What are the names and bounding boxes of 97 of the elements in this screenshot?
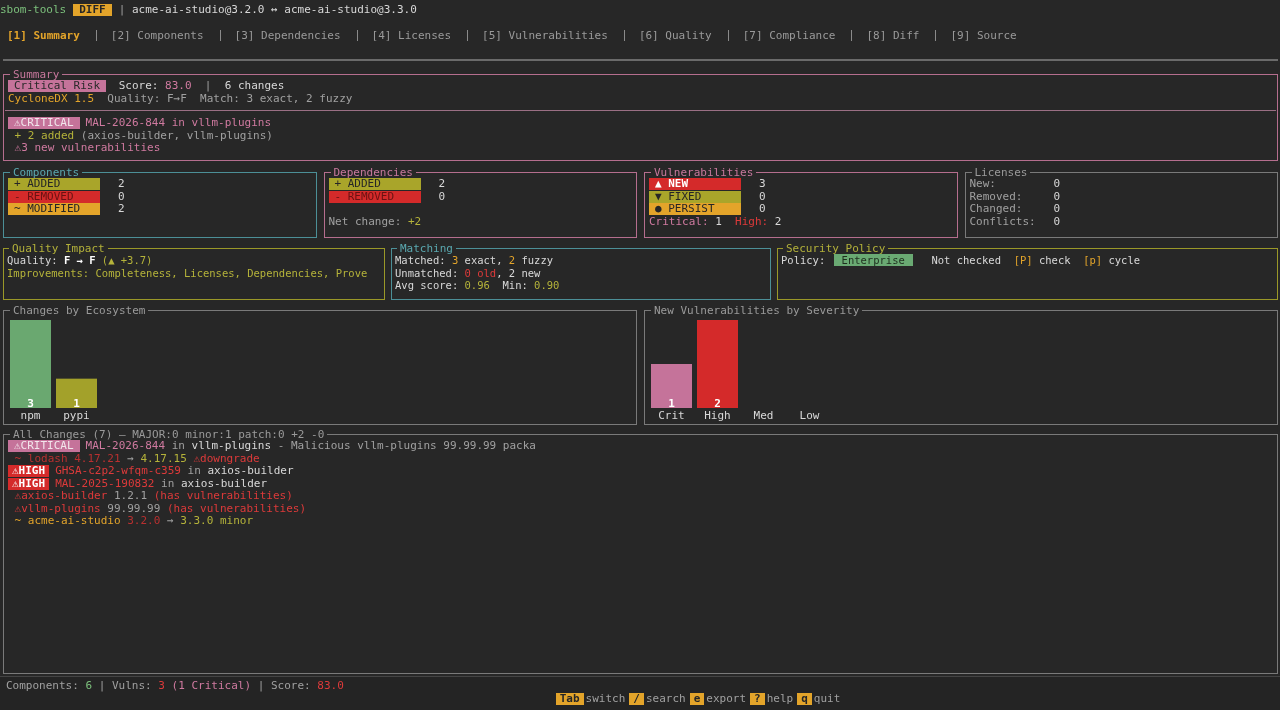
key-label: quit — [813, 692, 841, 705]
severity-badge: ⚠CRITICAL — [8, 117, 80, 130]
tab[interactable]: [2] Components — [110, 29, 221, 41]
count-badge: - REMOVED — [8, 190, 100, 203]
tab[interactable]: [6] Quality — [638, 29, 729, 41]
risk-badge: Critical Risk — [8, 80, 107, 93]
stat-footer: Net change: +2 — [328, 215, 632, 228]
info-line: Improvements: Completeness, Licenses, Dependencies, Prove — [7, 266, 369, 279]
info-line: Unmatched: 0 old, 2 new — [395, 266, 542, 279]
panel-title: Changes by Ecosystem — [12, 305, 147, 316]
tab[interactable]: [9] Source — [950, 29, 1033, 41]
panel-title: All Changes (7) — MAJOR:0 minor:1 patch:0 +2 -0 — [12, 429, 325, 440]
comparison-title: | acme-ai-studio@3.2.0 ↔ acme-ai-studio@3.3.0 — [118, 3, 417, 17]
bar-value-label: 1 — [668, 397, 675, 410]
count-badge: ● PERSIST — [649, 203, 741, 216]
stat-value: 0 — [1053, 215, 1061, 228]
chart-bar — [651, 364, 692, 408]
panel-title: Summary — [12, 69, 60, 80]
summary-line: CycloneDX 1.5 Quality: F→F Match: 3 exact, 2 fuzzy — [8, 92, 354, 105]
key-label: export — [706, 692, 747, 705]
axis-label: Med — [753, 409, 774, 422]
change-line: MAL-2025-190832 in axios-builder — [55, 477, 268, 490]
key-label: switch — [585, 692, 626, 705]
stat-value: 0 — [759, 203, 766, 216]
tab[interactable]: [7] Compliance — [742, 29, 853, 41]
stat-value: 2 — [118, 178, 125, 191]
axis-label: Low — [799, 409, 820, 422]
change-line: ⚠vllm-plugins 99.99.99 (has vulnerabilities) — [13, 502, 308, 515]
stat-value: 0 — [118, 190, 125, 203]
change-line: ~ acme-ai-studio 3.2.0 → 3.3.0 minor — [13, 515, 255, 528]
stat-value: 3 — [759, 178, 766, 191]
count-badge: - REMOVED — [328, 190, 421, 203]
change-line: MAL-2026-844 in vllm-plugins - Malicious vllm-plugins 99.99.99 packa — [85, 440, 536, 453]
stat-value: 0 — [1053, 178, 1061, 191]
info-line: Quality: F → F (▲ +3.7) — [7, 254, 154, 267]
panel-title: Vulnerabilities — [653, 167, 755, 178]
info-line: Matched: 3 exact, 2 fuzzy — [395, 254, 555, 267]
alert-line: + 2 added (axios-builder, vllm-plugins) — [13, 129, 274, 142]
key-hint[interactable]: ? — [750, 692, 765, 705]
key-label: search — [645, 692, 686, 705]
stat-footer: Critical: 1 High: 2 — [649, 215, 953, 228]
tab[interactable]: [3] Dependencies — [234, 29, 358, 41]
axis-label: npm — [20, 409, 41, 422]
count-badge: ▲ NEW — [649, 178, 741, 191]
tab[interactable]: [8] Diff — [866, 29, 937, 41]
bar-value-label: 1 — [73, 397, 80, 410]
panel-title: New Vulnerabilities by Severity — [653, 305, 861, 316]
alert-line: ⚠3 new vulnerabilities — [13, 142, 162, 155]
panel-title: Security Policy — [785, 243, 887, 254]
count-badge: ~ MODIFIED — [8, 203, 100, 216]
change-line: ~ lodash 4.17.21 → 4.17.15 ⚠downgrade — [13, 452, 261, 465]
panel-title: Dependencies — [332, 167, 414, 178]
panel-title: Licenses — [973, 167, 1029, 178]
panel-title: Matching — [399, 243, 454, 254]
stat-value: 2 — [118, 203, 125, 216]
axis-label: High — [704, 409, 731, 422]
bar-value-label: 2 — [714, 397, 721, 410]
stat-label: New: — [969, 178, 997, 191]
stat-value: 0 — [1053, 203, 1061, 216]
axis-label: Crit — [658, 409, 685, 422]
info-line: Avg score: 0.96 Min: 0.90 — [395, 279, 561, 292]
stat-label: Changed: — [969, 203, 1024, 216]
severity-badge: ⚠HIGH — [8, 477, 50, 490]
change-line: ⚠axios-builder 1.2.1 (has vulnerabilities) — [13, 490, 294, 503]
stat-value: 2 — [438, 178, 446, 191]
policy-badge: Enterprise — [833, 254, 913, 267]
key-hint[interactable]: q — [797, 692, 812, 705]
stat-label: Removed: — [969, 190, 1024, 203]
key-hint[interactable]: Tab — [555, 692, 584, 705]
alert-line: MAL-2026-844 in vllm-plugins — [85, 117, 272, 130]
tab[interactable]: [4] Licenses — [371, 29, 469, 41]
stat-value: 0 — [438, 190, 446, 203]
change-line: GHSA-c2p2-wfqm-c359 in axios-builder — [55, 465, 294, 478]
key-label: help — [766, 692, 794, 705]
tab[interactable]: [5] Vulnerabilities — [482, 29, 625, 41]
count-badge: + ADDED — [8, 178, 100, 191]
key-hint[interactable]: / — [629, 692, 644, 705]
severity-badge: ⚠CRITICAL — [8, 440, 80, 453]
axis-label: pypi — [63, 409, 90, 422]
severity-badge: ⚠HIGH — [8, 465, 50, 478]
info-line: Policy: — [781, 254, 827, 267]
panel-title: Components — [12, 167, 81, 178]
count-badge: + ADDED — [328, 178, 421, 191]
tab[interactable]: [1] Summary — [7, 29, 97, 41]
bar-value-label: 3 — [27, 397, 34, 410]
info-line: Not checked [P] check [p] cycle — [930, 254, 1141, 267]
count-badge: ▼ FIXED — [649, 190, 741, 203]
app-name: sbom-tools — [0, 3, 67, 17]
mode-badge: DIFF — [73, 4, 112, 16]
panel-title: Quality Impact — [11, 243, 106, 254]
key-hint[interactable]: e — [689, 692, 705, 705]
summary-line: Score: 83.0 | 6 changes — [117, 80, 285, 93]
stat-label: Conflicts: — [969, 215, 1036, 228]
status-text: Components: 6 | Vulns: 3 (1 Critical) | Score: 83.0 — [6, 680, 345, 693]
chart-bar — [56, 378, 97, 408]
stat-value: 0 — [759, 190, 766, 203]
stat-value: 0 — [1053, 190, 1061, 203]
